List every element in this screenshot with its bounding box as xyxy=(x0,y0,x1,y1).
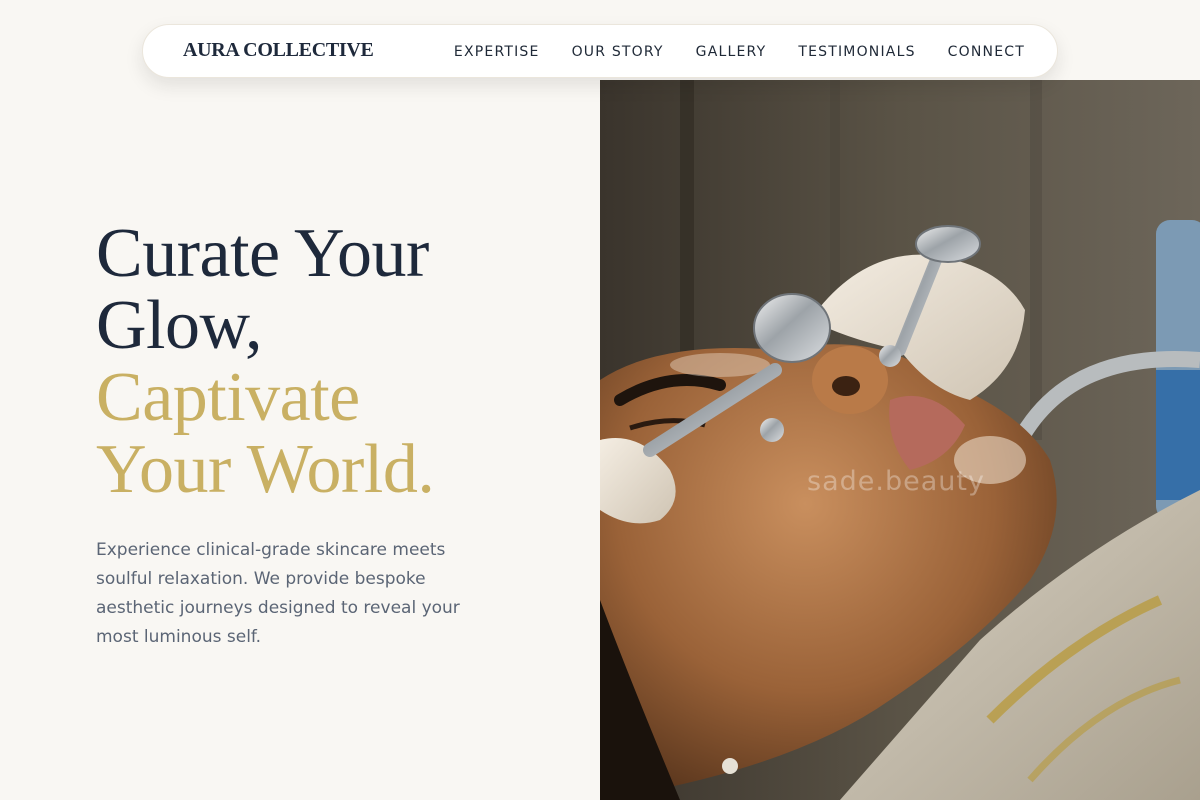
hero-text-section: Curate Your Glow, Captivate Your World. … xyxy=(96,218,566,652)
headline-line-1: Curate Your xyxy=(96,215,429,292)
nav-link-testimonials[interactable]: TESTIMONIALS xyxy=(798,44,915,60)
hero-headline: Curate Your Glow, Captivate Your World. xyxy=(96,218,566,506)
nav-link-our-story[interactable]: OUR STORY xyxy=(572,44,664,60)
facial-treatment-illustration xyxy=(600,80,1200,800)
main-nav: AURA COLLECTIVE EXPERTISE OUR STORY GALL… xyxy=(142,24,1058,78)
hero-description: Experience clinical-grade skincare meets… xyxy=(96,540,460,647)
headline-line-2: Glow, xyxy=(96,287,263,364)
headline-line-4-accent: Your World. xyxy=(96,431,435,508)
brand-logo[interactable]: AURA COLLECTIVE xyxy=(183,39,374,62)
nav-link-expertise[interactable]: EXPERTISE xyxy=(454,44,540,60)
nav-link-gallery[interactable]: GALLERY xyxy=(696,44,767,60)
photo-watermark: sade.beauty xyxy=(807,466,985,497)
page: AURA COLLECTIVE EXPERTISE OUR STORY GALL… xyxy=(0,0,1200,800)
headline-line-3-accent: Captivate xyxy=(96,359,360,436)
nav-links: EXPERTISE OUR STORY GALLERY TESTIMONIALS… xyxy=(454,25,1025,79)
hero-photo-facial-treatment: sade.beauty xyxy=(600,80,1200,800)
nav-link-connect[interactable]: CONNECT xyxy=(948,44,1025,60)
